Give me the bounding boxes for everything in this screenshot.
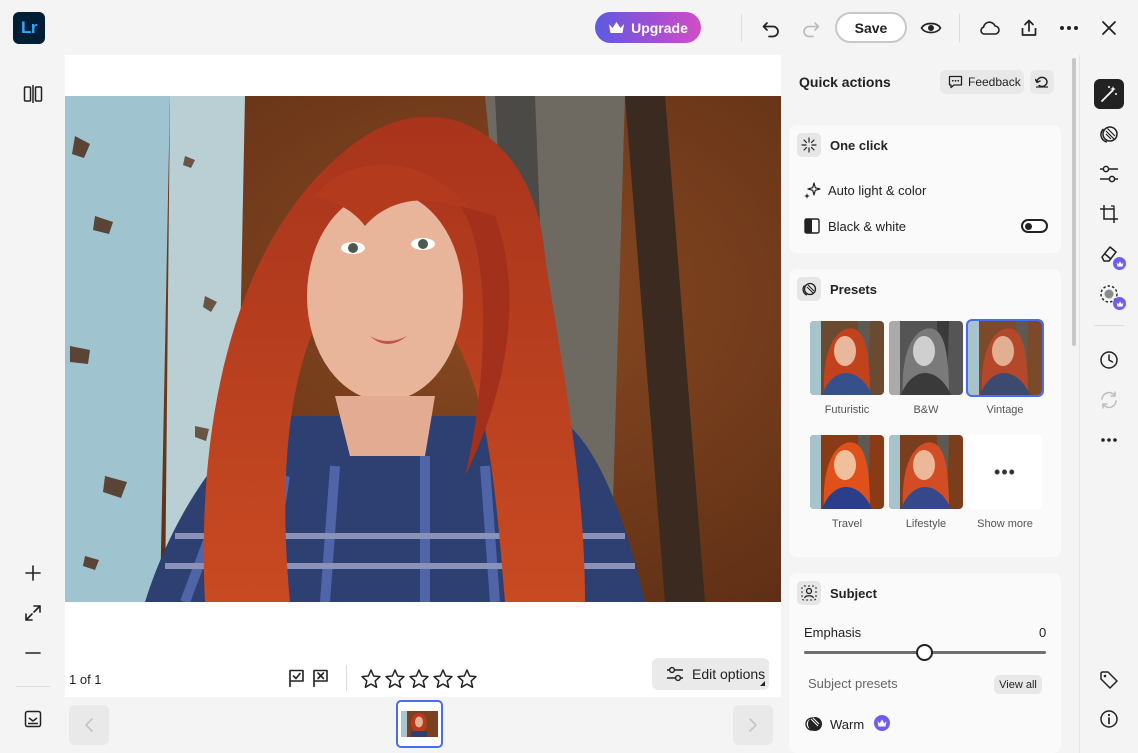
close-icon[interactable]: [1095, 14, 1123, 42]
sparkle-icon: [803, 181, 821, 199]
edit-options-button[interactable]: Edit options: [652, 658, 769, 690]
info-icon[interactable]: [1094, 704, 1124, 734]
toolbar-divider: [959, 14, 960, 42]
warm-preset-option[interactable]: Warm: [830, 717, 864, 732]
subject-title: Subject: [830, 586, 877, 601]
cloud-icon[interactable]: [975, 14, 1003, 42]
preset-label: Lifestyle: [905, 518, 947, 530]
image-counter: 1 of 1: [69, 672, 102, 687]
filmstrip-toggle-icon[interactable]: [19, 705, 47, 733]
panel-title: Quick actions: [799, 74, 891, 90]
rail-divider: [16, 686, 50, 687]
fit-icon[interactable]: [19, 599, 47, 627]
save-button[interactable]: Save: [835, 12, 907, 43]
app-logo: Lr: [13, 12, 45, 44]
view-all-button[interactable]: View all: [994, 675, 1042, 694]
preset-thumbnail-travel[interactable]: [810, 435, 884, 509]
reject-flag-icon[interactable]: [311, 668, 331, 688]
preset-label: B&W: [913, 404, 939, 416]
upgrade-label: Upgrade: [631, 19, 688, 36]
next-image-button[interactable]: [733, 705, 773, 745]
feedback-label: Feedback: [968, 75, 1021, 89]
toolbar-divider: [1094, 325, 1124, 326]
crown-icon: [608, 21, 625, 35]
star-icon[interactable]: [408, 668, 430, 690]
undo-icon[interactable]: [757, 14, 785, 42]
presets-icon: [797, 277, 821, 301]
one-click-title: One click: [830, 138, 888, 153]
prev-image-button[interactable]: [69, 705, 109, 745]
one-click-icon: [797, 133, 821, 157]
auto-light-color-option[interactable]: Auto light & color: [828, 183, 926, 198]
top-bar: [0, 0, 1138, 55]
subject-presets-label: Subject presets: [808, 676, 898, 691]
panel-scrollbar[interactable]: [1072, 58, 1076, 346]
toolbar-divider: [741, 14, 742, 42]
star-icon[interactable]: [360, 668, 382, 690]
versions-icon[interactable]: [1094, 385, 1124, 415]
star-icon[interactable]: [384, 668, 406, 690]
subject-icon: [797, 581, 821, 605]
edit-options-label: Edit options: [692, 666, 766, 682]
eye-icon[interactable]: [917, 14, 945, 42]
premium-crown-icon: [1113, 297, 1126, 310]
sliders-icon: [666, 666, 684, 682]
zoom-out-icon[interactable]: [19, 639, 47, 667]
corner-caret-icon: [760, 681, 765, 686]
more-icon[interactable]: [1094, 425, 1124, 455]
crop-icon[interactable]: [1094, 199, 1124, 229]
premium-crown-icon: [1113, 257, 1126, 270]
premium-crown-icon: [874, 715, 890, 731]
rating-divider: [346, 665, 347, 691]
more-icon[interactable]: [1055, 14, 1083, 42]
black-white-toggle[interactable]: [1021, 219, 1048, 233]
filmstrip-thumbnail[interactable]: [396, 700, 443, 748]
share-icon[interactable]: [1015, 14, 1043, 42]
adjust-icon[interactable]: [1094, 159, 1124, 189]
presets-icon[interactable]: [1094, 119, 1124, 149]
show-more-button[interactable]: •••: [968, 435, 1042, 509]
remove-icon[interactable]: [1094, 239, 1126, 270]
tag-icon[interactable]: [1094, 665, 1124, 695]
preset-label: Travel: [831, 518, 863, 530]
star-icon[interactable]: [456, 668, 478, 690]
preset-thumbnail-lifestyle[interactable]: [889, 435, 963, 509]
preset-label: Vintage: [986, 404, 1024, 416]
speech-bubble-icon: [948, 75, 963, 89]
history-icon[interactable]: [1094, 345, 1124, 375]
preset-thumbnail-bw[interactable]: [889, 321, 963, 395]
star-icon[interactable]: [432, 668, 454, 690]
quick-actions-icon[interactable]: [1094, 79, 1124, 109]
compare-icon[interactable]: [19, 80, 47, 108]
preset-thumbnail-vintage[interactable]: [966, 319, 1044, 397]
main-photo: [65, 96, 781, 602]
feedback-button[interactable]: Feedback: [940, 70, 1024, 94]
show-more-label: Show more: [977, 518, 1033, 530]
pick-flag-icon[interactable]: [287, 668, 307, 688]
preset-label: Futuristic: [824, 404, 870, 416]
emphasis-value: 0: [1039, 625, 1047, 640]
black-white-label: Black & white: [828, 219, 907, 234]
reset-icon[interactable]: [1030, 70, 1054, 94]
redo-icon[interactable]: [797, 14, 825, 42]
warm-preset-icon: [805, 715, 823, 733]
presets-title: Presets: [830, 282, 877, 297]
masking-icon[interactable]: [1094, 279, 1126, 310]
zoom-in-icon[interactable]: [19, 559, 47, 587]
black-white-icon: [804, 218, 820, 234]
upgrade-button[interactable]: Upgrade: [595, 12, 701, 43]
emphasis-label: Emphasis: [804, 625, 862, 640]
emphasis-slider-handle[interactable]: [916, 644, 933, 661]
preset-thumbnail-futuristic[interactable]: [810, 321, 884, 395]
